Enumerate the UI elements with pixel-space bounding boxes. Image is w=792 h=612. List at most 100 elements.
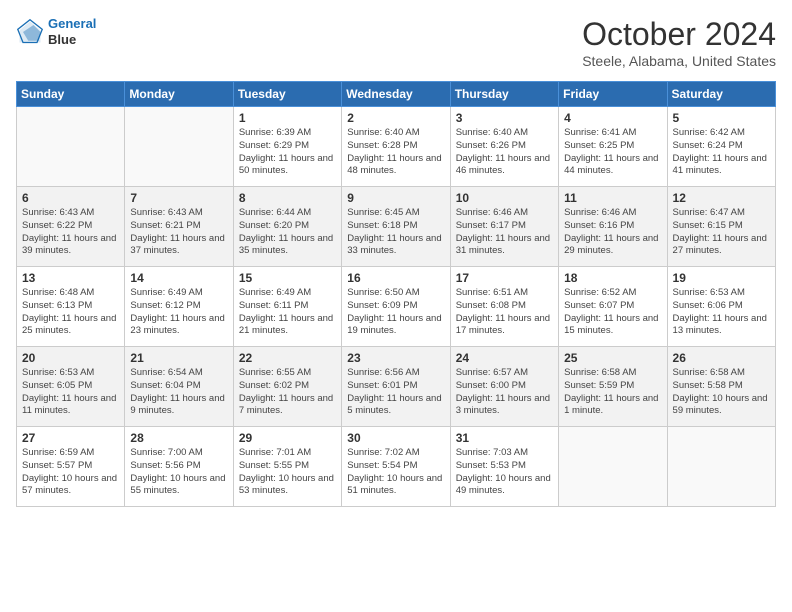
day-number: 8 <box>239 191 336 205</box>
day-number: 24 <box>456 351 553 365</box>
calendar-cell: 17Sunrise: 6:51 AM Sunset: 6:08 PM Dayli… <box>450 267 558 347</box>
calendar-body: 1Sunrise: 6:39 AM Sunset: 6:29 PM Daylig… <box>17 107 776 507</box>
week-row-2: 6 Sunrise: 6:43 AM Sunset: 6:22 PM Daylig… <box>17 187 776 267</box>
cell-content: Sunrise: 6:46 AM Sunset: 6:17 PM Dayligh… <box>456 207 553 258</box>
cell-content: Sunrise: 6:51 AM Sunset: 6:08 PM Dayligh… <box>456 287 553 338</box>
day-number: 5 <box>673 111 770 125</box>
calendar-cell: 22 Sunrise: 6:55 AM Sunset: 6:02 PM Dayli… <box>233 347 341 427</box>
day-number: 6 <box>22 191 119 205</box>
cell-content: Sunrise: 6:57 AM Sunset: 6:00 PM Dayligh… <box>456 367 553 418</box>
calendar-cell: 19 Sunrise: 6:53 AM Sunset: 6:06 PM Dayli… <box>667 267 775 347</box>
calendar-cell: 4Sunrise: 6:41 AM Sunset: 6:25 PM Daylig… <box>559 107 667 187</box>
calendar-cell: 29Sunrise: 7:01 AM Sunset: 5:55 PM Dayli… <box>233 427 341 507</box>
day-number: 15 <box>239 271 336 285</box>
calendar-table: SundayMondayTuesdayWednesdayThursdayFrid… <box>16 81 776 507</box>
day-number: 16 <box>347 271 444 285</box>
day-number: 3 <box>456 111 553 125</box>
calendar-cell: 7 Sunrise: 6:43 AM Sunset: 6:21 PM Daylig… <box>125 187 233 267</box>
cell-content: Sunrise: 6:39 AM Sunset: 6:29 PM Dayligh… <box>239 127 336 178</box>
calendar-cell: 5 Sunrise: 6:42 AM Sunset: 6:24 PM Daylig… <box>667 107 775 187</box>
logo-icon <box>16 18 44 46</box>
cell-content: Sunrise: 6:42 AM Sunset: 6:24 PM Dayligh… <box>673 127 770 178</box>
cell-content: Sunrise: 6:43 AM Sunset: 6:22 PM Dayligh… <box>22 207 119 258</box>
day-number: 4 <box>564 111 661 125</box>
day-number: 23 <box>347 351 444 365</box>
calendar-cell: 21Sunrise: 6:54 AM Sunset: 6:04 PM Dayli… <box>125 347 233 427</box>
cell-content: Sunrise: 6:55 AM Sunset: 6:02 PM Dayligh… <box>239 367 336 418</box>
calendar-cell: 14 Sunrise: 6:49 AM Sunset: 6:12 PM Dayli… <box>125 267 233 347</box>
calendar-cell <box>17 107 125 187</box>
cell-content: Sunrise: 6:53 AM Sunset: 6:06 PM Dayligh… <box>673 287 770 338</box>
calendar-cell: 12 Sunrise: 6:47 AM Sunset: 6:15 PM Dayli… <box>667 187 775 267</box>
day-number: 19 <box>673 271 770 285</box>
calendar-cell: 10 Sunrise: 6:46 AM Sunset: 6:17 PM Dayli… <box>450 187 558 267</box>
calendar-cell: 8 Sunrise: 6:44 AM Sunset: 6:20 PM Daylig… <box>233 187 341 267</box>
header-day-thursday: Thursday <box>450 82 558 107</box>
title-block: October 2024 Steele, Alabama, United Sta… <box>582 16 776 69</box>
day-number: 28 <box>130 431 227 445</box>
cell-content: Sunrise: 6:48 AM Sunset: 6:13 PM Dayligh… <box>22 287 119 338</box>
calendar-cell <box>125 107 233 187</box>
day-number: 31 <box>456 431 553 445</box>
calendar-cell: 31 Sunrise: 7:03 AM Sunset: 5:53 PM Dayli… <box>450 427 558 507</box>
cell-content: Sunrise: 6:40 AM Sunset: 6:26 PM Dayligh… <box>456 127 553 178</box>
cell-content: Sunrise: 6:47 AM Sunset: 6:15 PM Dayligh… <box>673 207 770 258</box>
cell-content: Sunrise: 6:49 AM Sunset: 6:12 PM Dayligh… <box>130 287 227 338</box>
logo-text: General Blue <box>48 16 96 47</box>
week-row-5: 27 Sunrise: 6:59 AM Sunset: 5:57 PM Dayli… <box>17 427 776 507</box>
day-number: 27 <box>22 431 119 445</box>
day-number: 25 <box>564 351 661 365</box>
cell-content: Sunrise: 7:00 AM Sunset: 5:56 PM Dayligh… <box>130 447 227 498</box>
cell-content: Sunrise: 6:44 AM Sunset: 6:20 PM Dayligh… <box>239 207 336 258</box>
cell-content: Sunrise: 6:43 AM Sunset: 6:21 PM Dayligh… <box>130 207 227 258</box>
day-number: 18 <box>564 271 661 285</box>
day-number: 10 <box>456 191 553 205</box>
calendar-cell <box>559 427 667 507</box>
header-day-sunday: Sunday <box>17 82 125 107</box>
header-day-wednesday: Wednesday <box>342 82 450 107</box>
calendar-cell: 25 Sunrise: 6:58 AM Sunset: 5:59 PM Dayli… <box>559 347 667 427</box>
cell-content: Sunrise: 6:53 AM Sunset: 6:05 PM Dayligh… <box>22 367 119 418</box>
day-number: 12 <box>673 191 770 205</box>
week-row-4: 20 Sunrise: 6:53 AM Sunset: 6:05 PM Dayli… <box>17 347 776 427</box>
cell-content: Sunrise: 6:58 AM Sunset: 5:59 PM Dayligh… <box>564 367 661 418</box>
cell-content: Sunrise: 6:49 AM Sunset: 6:11 PM Dayligh… <box>239 287 336 338</box>
cell-content: Sunrise: 7:03 AM Sunset: 5:53 PM Dayligh… <box>456 447 553 498</box>
page-header: General Blue October 2024 Steele, Alabam… <box>16 16 776 69</box>
day-number: 9 <box>347 191 444 205</box>
calendar-cell: 1Sunrise: 6:39 AM Sunset: 6:29 PM Daylig… <box>233 107 341 187</box>
cell-content: Sunrise: 6:46 AM Sunset: 6:16 PM Dayligh… <box>564 207 661 258</box>
calendar-cell: 20 Sunrise: 6:53 AM Sunset: 6:05 PM Dayli… <box>17 347 125 427</box>
day-number: 20 <box>22 351 119 365</box>
header-day-saturday: Saturday <box>667 82 775 107</box>
calendar-cell: 18Sunrise: 6:52 AM Sunset: 6:07 PM Dayli… <box>559 267 667 347</box>
calendar-cell: 24 Sunrise: 6:57 AM Sunset: 6:00 PM Dayli… <box>450 347 558 427</box>
cell-content: Sunrise: 6:56 AM Sunset: 6:01 PM Dayligh… <box>347 367 444 418</box>
calendar-cell: 27 Sunrise: 6:59 AM Sunset: 5:57 PM Dayli… <box>17 427 125 507</box>
cell-content: Sunrise: 6:58 AM Sunset: 5:58 PM Dayligh… <box>673 367 770 418</box>
header-day-monday: Monday <box>125 82 233 107</box>
location: Steele, Alabama, United States <box>582 53 776 69</box>
logo: General Blue <box>16 16 96 47</box>
calendar-cell: 13 Sunrise: 6:48 AM Sunset: 6:13 PM Dayli… <box>17 267 125 347</box>
calendar-cell: 28 Sunrise: 7:00 AM Sunset: 5:56 PM Dayli… <box>125 427 233 507</box>
calendar-cell: 6 Sunrise: 6:43 AM Sunset: 6:22 PM Daylig… <box>17 187 125 267</box>
calendar-cell: 3 Sunrise: 6:40 AM Sunset: 6:26 PM Daylig… <box>450 107 558 187</box>
day-number: 7 <box>130 191 227 205</box>
calendar-cell: 2Sunrise: 6:40 AM Sunset: 6:28 PM Daylig… <box>342 107 450 187</box>
day-number: 22 <box>239 351 336 365</box>
calendar-cell: 11 Sunrise: 6:46 AM Sunset: 6:16 PM Dayli… <box>559 187 667 267</box>
day-number: 11 <box>564 191 661 205</box>
header-day-friday: Friday <box>559 82 667 107</box>
cell-content: Sunrise: 6:45 AM Sunset: 6:18 PM Dayligh… <box>347 207 444 258</box>
day-number: 14 <box>130 271 227 285</box>
cell-content: Sunrise: 6:59 AM Sunset: 5:57 PM Dayligh… <box>22 447 119 498</box>
cell-content: Sunrise: 6:50 AM Sunset: 6:09 PM Dayligh… <box>347 287 444 338</box>
day-number: 13 <box>22 271 119 285</box>
calendar-cell: 15 Sunrise: 6:49 AM Sunset: 6:11 PM Dayli… <box>233 267 341 347</box>
calendar-cell <box>667 427 775 507</box>
calendar-cell: 9 Sunrise: 6:45 AM Sunset: 6:18 PM Daylig… <box>342 187 450 267</box>
month-title: October 2024 <box>582 16 776 53</box>
cell-content: Sunrise: 6:40 AM Sunset: 6:28 PM Dayligh… <box>347 127 444 178</box>
cell-content: Sunrise: 7:01 AM Sunset: 5:55 PM Dayligh… <box>239 447 336 498</box>
